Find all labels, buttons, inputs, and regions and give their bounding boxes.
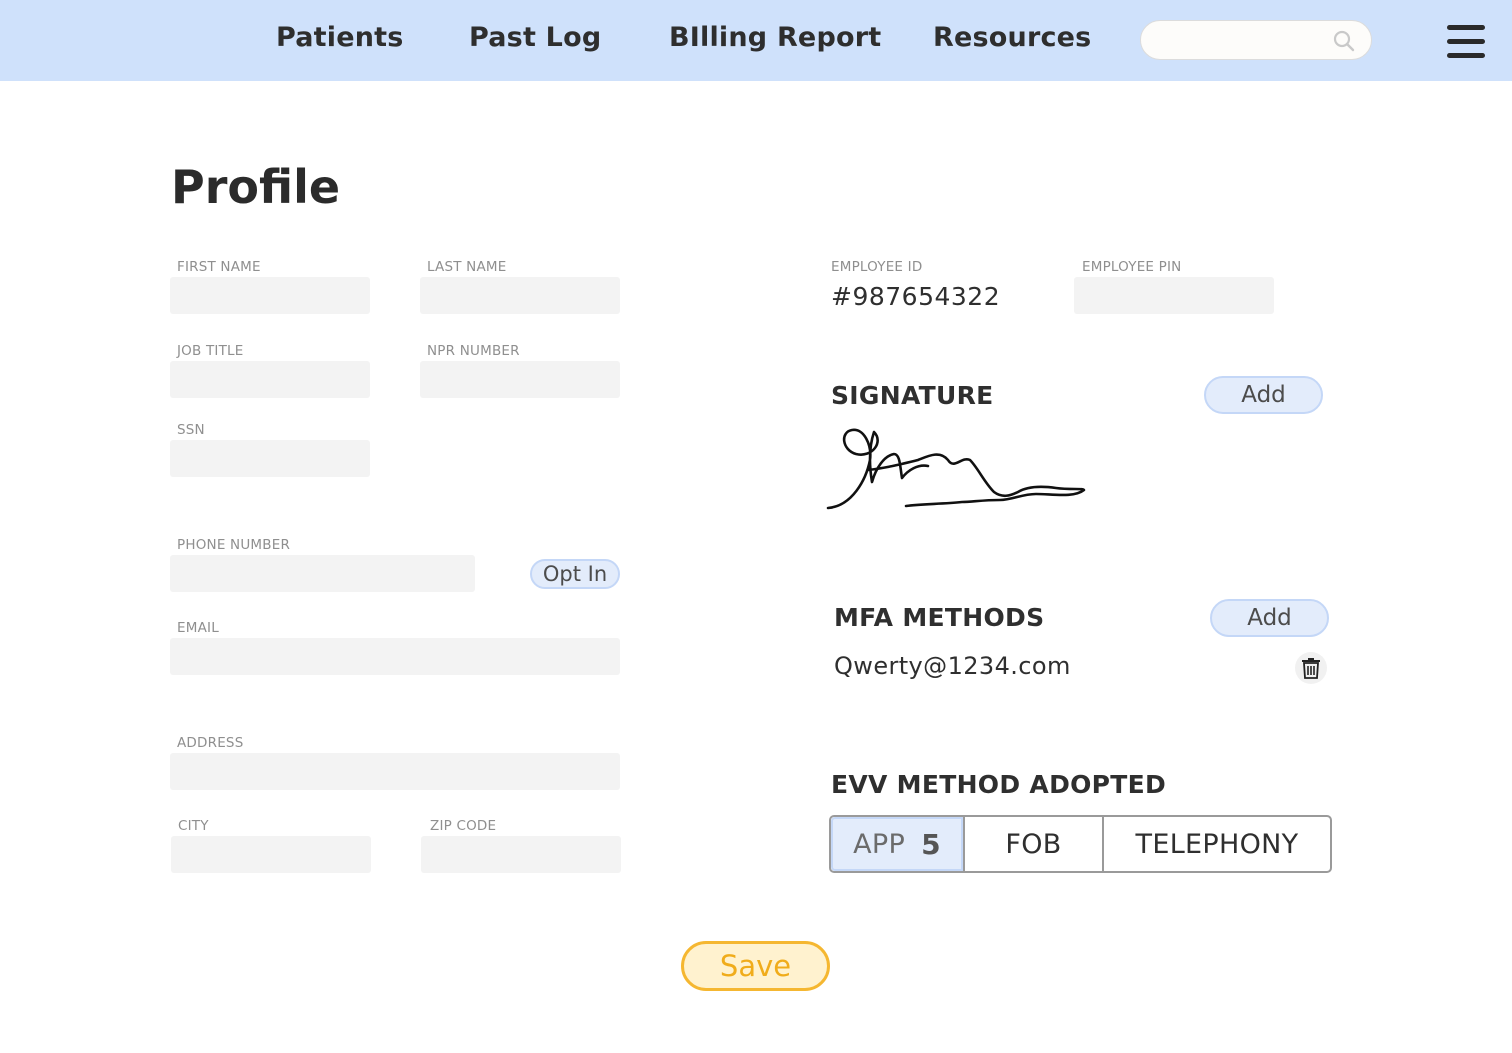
npr-number-label: NPR NUMBER [427, 343, 520, 359]
signature-add-button[interactable]: Add [1204, 376, 1323, 414]
page-title: Profile [171, 160, 341, 214]
nav-link-resources[interactable]: Resources [933, 22, 1091, 53]
city-field[interactable] [171, 836, 371, 873]
nav-link-patients[interactable]: Patients [276, 22, 404, 53]
employee-pin-field[interactable] [1074, 277, 1274, 314]
evv-option-app-label: APP [853, 828, 906, 860]
email-label: EMAIL [177, 620, 219, 636]
evv-method-selector: APP 5 FOB TELEPHONY [829, 815, 1332, 873]
city-label: CITY [178, 818, 209, 834]
search-box [1140, 20, 1372, 60]
ssn-field[interactable] [170, 440, 370, 477]
mfa-email-value: Qwerty@1234.com [834, 652, 1071, 680]
employee-pin-label: EMPLOYEE PIN [1082, 259, 1182, 275]
address-field[interactable] [170, 753, 620, 790]
search-icon[interactable] [1333, 30, 1355, 52]
evv-option-fob[interactable]: FOB [963, 817, 1104, 871]
delete-mfa-button[interactable] [1295, 652, 1327, 684]
evv-app-badge: 5 [921, 827, 941, 861]
save-button[interactable]: Save [681, 941, 830, 991]
address-label: ADDRESS [177, 735, 244, 751]
job-title-label: JOB TITLE [177, 343, 244, 359]
phone-number-field[interactable] [170, 555, 475, 592]
last-name-field[interactable] [420, 277, 620, 314]
top-nav-bar: Patients Past Log BIlling Report Resourc… [0, 0, 1512, 81]
search-input[interactable] [1157, 27, 1331, 55]
npr-number-field[interactable] [420, 361, 620, 398]
zip-code-field[interactable] [421, 836, 621, 873]
mfa-methods-title: MFA METHODS [834, 603, 1045, 632]
signature-image [826, 428, 1086, 510]
first-name-label: FIRST NAME [177, 259, 261, 275]
job-title-field[interactable] [170, 361, 370, 398]
email-field[interactable] [170, 638, 620, 675]
ssn-label: SSN [177, 422, 205, 438]
nav-link-billing-report[interactable]: BIlling Report [669, 22, 881, 53]
hamburger-menu-icon[interactable] [1447, 25, 1485, 59]
first-name-field[interactable] [170, 277, 370, 314]
evv-option-telephony[interactable]: TELEPHONY [1104, 817, 1330, 871]
employee-id-label: EMPLOYEE ID [831, 259, 923, 275]
evv-option-app[interactable]: APP 5 [831, 817, 963, 871]
signature-title: SIGNATURE [831, 381, 994, 410]
evv-method-title: EVV METHOD ADOPTED [831, 770, 1167, 799]
zip-code-label: ZIP CODE [430, 818, 497, 834]
mfa-add-button[interactable]: Add [1210, 599, 1329, 637]
nav-link-past-log[interactable]: Past Log [469, 22, 601, 53]
last-name-label: LAST NAME [427, 259, 507, 275]
opt-in-button[interactable]: Opt In [530, 559, 620, 589]
phone-number-label: PHONE NUMBER [177, 537, 291, 553]
employee-id-value: #987654322 [831, 282, 1001, 311]
trash-icon [1302, 658, 1320, 679]
